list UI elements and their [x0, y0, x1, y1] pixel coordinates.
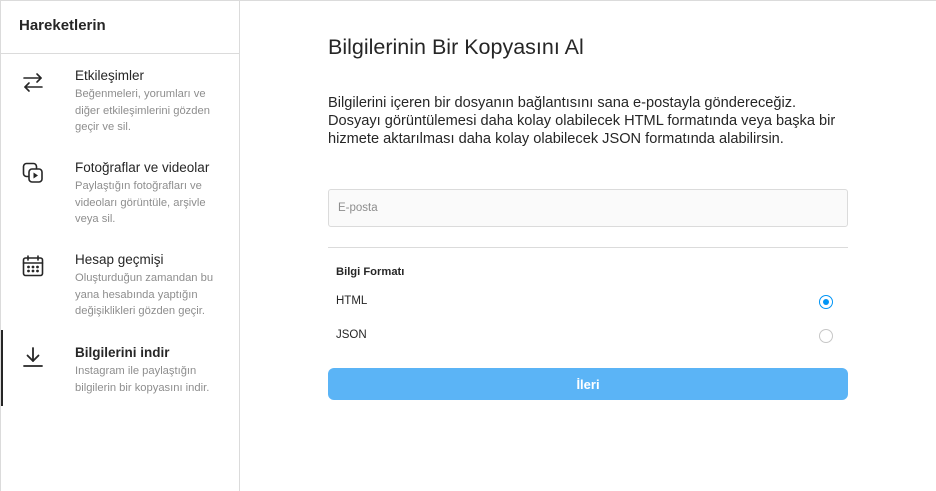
- sidebar-item-label: Etkileşimler: [75, 68, 145, 83]
- format-option-label: JSON: [336, 329, 367, 341]
- photo-video-icon: [21, 161, 45, 185]
- sidebar-item-interactions[interactable]: Etkileşimler Beğenmeleri, yorumları ve d…: [1, 61, 239, 145]
- email-field[interactable]: [328, 189, 848, 227]
- sidebar-item-description: Beğenmeleri, yorumları ve diğer etkileşi…: [75, 88, 210, 133]
- sidebar-item-account-history[interactable]: Hesap geçmişi Oluşturduğun zamandan bu y…: [1, 245, 239, 329]
- sidebar-item-photos-videos[interactable]: Fotoğraflar ve videolar Paylaştığın foto…: [1, 153, 239, 237]
- sidebar-item-label: Hesap geçmişi: [75, 252, 164, 267]
- sidebar: Hareketlerin Etkileşimler Beğenmeleri, y…: [1, 1, 240, 491]
- format-option-json[interactable]: JSON: [328, 323, 848, 349]
- sidebar-item-description: Paylaştığın fotoğrafları ve videoları gö…: [75, 180, 206, 225]
- sidebar-item-download-data[interactable]: Bilgilerini indir Instagram ile paylaştı…: [1, 330, 239, 406]
- format-option-label: HTML: [336, 295, 368, 307]
- sidebar-title: Hareketlerin: [1, 1, 239, 54]
- page-description: Bilgilerini içeren bir dosyanın bağlantı…: [328, 95, 836, 147]
- calendar-icon: [21, 254, 45, 278]
- arrows-swap-icon: [21, 70, 45, 94]
- radio-button[interactable]: [819, 329, 833, 343]
- next-button[interactable]: İleri: [328, 368, 848, 400]
- sidebar-item-description: Instagram ile paylaştığın bilgilerin bir…: [75, 365, 210, 394]
- app-frame: Hareketlerin Etkileşimler Beğenmeleri, y…: [0, 0, 936, 491]
- format-option-html[interactable]: HTML: [328, 289, 848, 315]
- sidebar-item-label: Fotoğraflar ve videolar: [75, 160, 210, 175]
- divider: [328, 247, 848, 248]
- page-title: Bilgilerinin Bir Kopyasını Al: [328, 35, 584, 59]
- download-icon: [21, 345, 45, 369]
- format-label: Bilgi Formatı: [336, 266, 405, 278]
- sidebar-item-description: Oluşturduğun zamandan bu yana hesabında …: [75, 272, 214, 317]
- sidebar-item-label: Bilgilerini indir: [75, 345, 170, 360]
- radio-button-checked[interactable]: [819, 295, 833, 309]
